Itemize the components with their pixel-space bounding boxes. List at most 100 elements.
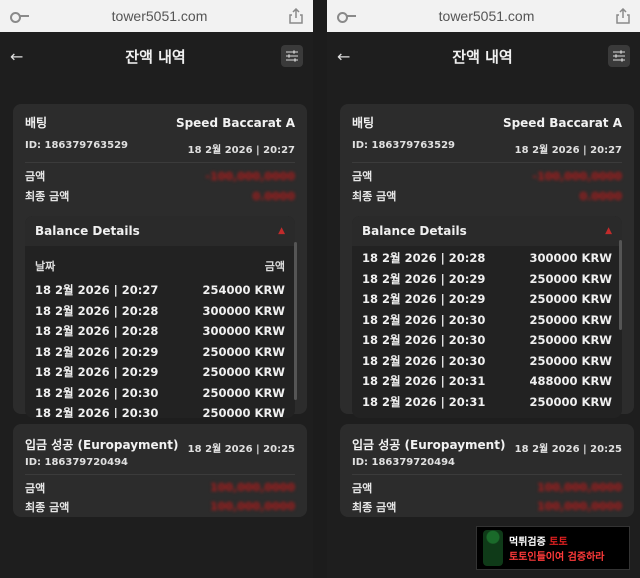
divider: [25, 474, 295, 475]
final-amount-value: 0.0000: [252, 189, 295, 203]
share-icon[interactable]: [616, 8, 630, 24]
list-item: 18 2월 2026 | 20:31 250000 KRW: [362, 392, 612, 413]
list-item: 18 2월 2026 | 20:30 250000 KRW: [35, 383, 285, 404]
transaction-type: 입금 성공 (Europayment): [25, 438, 179, 452]
game-name: Speed Baccarat A: [175, 115, 295, 130]
share-icon[interactable]: [289, 8, 303, 24]
amount-label: 금액: [25, 170, 46, 183]
row-date: 18 2월 2026 | 20:30: [362, 312, 486, 327]
amount-value: -100,000,0000: [205, 169, 295, 183]
row-date: 18 2월 2026 | 20:29: [362, 271, 486, 286]
bet-transaction-card[interactable]: 배팅 Speed Baccarat A ID: 186379763529 18 …: [340, 104, 634, 418]
transaction-id: ID: 186379763529: [352, 140, 455, 151]
final-amount-label: 최종 금액: [352, 500, 397, 514]
navigation-bar: ← 잔액 내역: [0, 32, 313, 80]
browser-url-bar[interactable]: tower5051.com: [327, 0, 640, 32]
key-icon: [337, 10, 357, 23]
right-phone-screen: tower5051.com ← 잔액 내역 배팅 Speed Baccarat …: [327, 0, 640, 578]
watermark-logo: 먹튀검증 토토 토토인들이여 검증하라: [476, 526, 630, 570]
transaction-type: 배팅: [25, 116, 48, 130]
amount-label: 금액: [352, 170, 373, 183]
row-date: 18 2월 2026 | 20:30: [362, 353, 486, 368]
final-amount-value: 0.0000: [579, 189, 622, 203]
row-amount: 250000 KRW: [529, 333, 612, 348]
row-date: 18 2월 2026 | 20:30: [35, 385, 159, 400]
amount-column-header: 금액: [264, 260, 285, 273]
watermark-line1b: 토토: [549, 537, 568, 548]
game-name: Speed Baccarat A: [502, 115, 622, 130]
row-amount: 250000 KRW: [202, 344, 285, 359]
list-item: 18 2월 2026 | 20:28 300000 KRW: [35, 321, 285, 342]
transaction-id: ID: 186379763529: [25, 140, 128, 151]
list-item: 18 2월 2026 | 20:30 250000 KRW: [362, 351, 612, 372]
row-date: 18 2월 2026 | 20:29: [362, 292, 486, 307]
row-date: 18 2월 2026 | 20:28: [35, 303, 159, 318]
filter-icon[interactable]: [608, 45, 630, 67]
amount-value: 100,000,0000: [537, 481, 622, 494]
amount-label: 금액: [25, 481, 46, 495]
final-amount-label: 최종 금액: [25, 190, 70, 203]
row-amount: 300000 KRW: [202, 303, 285, 318]
row-amount: 300000 KRW: [202, 324, 285, 339]
bet-transaction-card[interactable]: 배팅 Speed Baccarat A ID: 186379763529 18 …: [13, 104, 307, 418]
row-amount: 250000 KRW: [202, 365, 285, 380]
key-icon: [10, 10, 30, 23]
balance-details-toggle[interactable]: Balance Details ▲: [25, 216, 295, 246]
final-amount-label: 최종 금액: [25, 500, 70, 514]
list-item: 18 2월 2026 | 20:30 250000 KRW: [362, 310, 612, 331]
chevron-up-icon[interactable]: ▲: [605, 226, 612, 236]
row-date: 18 2월 2026 | 20:28: [362, 251, 486, 266]
row-amount: 488000 KRW: [529, 374, 612, 389]
list-item: 18 2월 2026 | 20:30 250000 KRW: [362, 330, 612, 351]
amount-value: -100,000,0000: [532, 169, 622, 183]
row-date: 18 2월 2026 | 20:29: [35, 365, 159, 380]
watermark-line1a: 먹튀검증: [509, 537, 550, 548]
deposit-transaction-card[interactable]: 입금 성공 (Europayment) 18 2월 2026 | 20:25 I…: [13, 424, 307, 517]
row-date: 18 2월 2026 | 20:27: [35, 283, 159, 298]
watermark-text: 먹튀검증 토토 토토인들이여 검증하라: [509, 533, 604, 563]
balance-details-title: Balance Details: [362, 224, 467, 238]
page-title: 잔액 내역: [125, 47, 186, 66]
amount-label: 금액: [352, 481, 373, 495]
back-arrow-icon[interactable]: ←: [337, 47, 357, 66]
row-amount: 300000 KRW: [529, 251, 612, 266]
back-arrow-icon[interactable]: ←: [10, 47, 30, 66]
row-amount: 254000 KRW: [202, 283, 285, 298]
row-date: 18 2월 2026 | 20:28: [35, 324, 159, 339]
amount-value: 100,000,0000: [210, 481, 295, 494]
final-amount-label: 최종 금액: [352, 190, 397, 203]
list-item: 18 2월 2026 | 20:29 250000 KRW: [35, 342, 285, 363]
balance-details-list[interactable]: 18 2월 2026 | 20:28 300000 KRW 18 2월 2026 |…: [352, 246, 622, 418]
row-date: 18 2월 2026 | 20:30: [362, 333, 486, 348]
row-amount: 250000 KRW: [529, 292, 612, 307]
row-date: 18 2월 2026 | 20:30: [35, 406, 159, 418]
row-amount: 250000 KRW: [529, 312, 612, 327]
balance-details-toggle[interactable]: Balance Details ▲: [352, 216, 622, 246]
row-date: 18 2월 2026 | 20:31: [362, 374, 486, 389]
scrollbar[interactable]: [294, 242, 297, 400]
deposit-transaction-card[interactable]: 입금 성공 (Europayment) 18 2월 2026 | 20:25 I…: [340, 424, 634, 517]
url-text[interactable]: tower5051.com: [357, 8, 616, 24]
transaction-id: ID: 186379720494: [25, 457, 128, 468]
url-text[interactable]: tower5051.com: [30, 8, 289, 24]
browser-url-bar[interactable]: tower5051.com: [0, 0, 313, 32]
row-date: 18 2월 2026 | 20:31: [362, 394, 486, 409]
watermark-line2: 토토인들이여 검증하라: [509, 552, 605, 563]
transaction-id: ID: 186379720494: [352, 457, 455, 468]
chevron-up-icon[interactable]: ▲: [278, 226, 285, 236]
page-title: 잔액 내역: [452, 47, 513, 66]
navigation-bar: ← 잔액 내역: [327, 32, 640, 80]
transaction-type: 배팅: [352, 116, 375, 130]
scrollbar[interactable]: [619, 240, 622, 330]
list-item: 18 2월 2026 | 20:29 250000 KRW: [35, 362, 285, 383]
list-item: 18 2월 2026 | 20:31 488000 KRW: [362, 371, 612, 392]
balance-details-title: Balance Details: [35, 224, 140, 238]
balance-details-panel: Balance Details ▲ 날짜 금액 18 2월 2026 | 20:…: [25, 216, 295, 418]
divider: [25, 162, 295, 163]
row-amount: 250000 KRW: [202, 406, 285, 418]
balance-details-list[interactable]: 날짜 금액 18 2월 2026 | 20:27 254000 KRW 18 2월 …: [25, 246, 295, 418]
date-column-header: 날짜: [35, 260, 56, 273]
balance-details-panel: Balance Details ▲ 18 2월 2026 | 20:28 3000…: [352, 216, 622, 418]
row-date: 18 2월 2026 | 20:29: [35, 344, 159, 359]
filter-icon[interactable]: [281, 45, 303, 67]
